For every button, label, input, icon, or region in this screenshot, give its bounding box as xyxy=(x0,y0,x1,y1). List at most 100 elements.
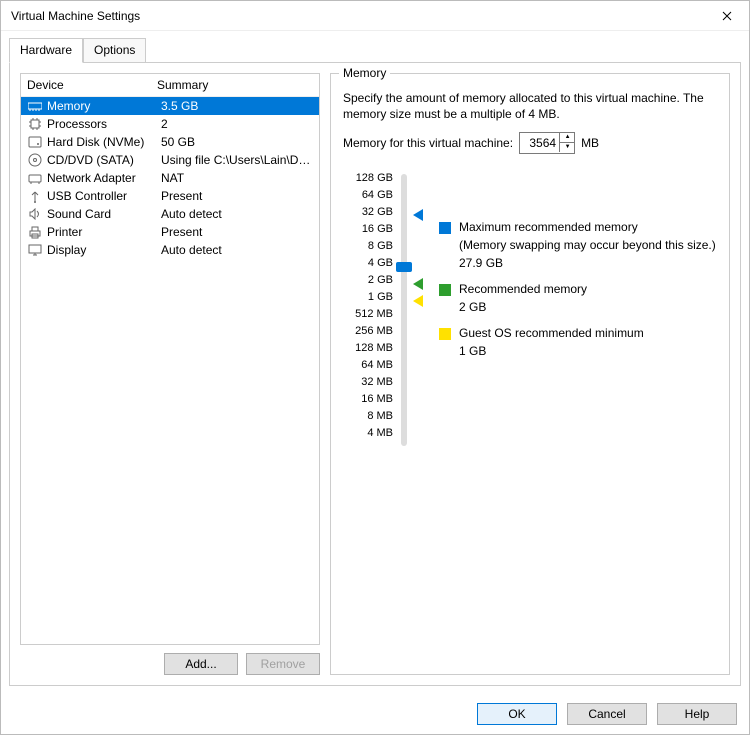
device-summary: Present xyxy=(161,189,313,203)
device-pane: Device Summary Memory 3.5 GB Processors … xyxy=(20,73,320,675)
legend-max-label: Maximum recommended memory xyxy=(459,220,638,234)
legend-max-value: 27.9 GB xyxy=(459,256,717,270)
device-name: Memory xyxy=(47,99,157,113)
tick-label: 2 GB xyxy=(343,272,399,289)
legend-min-label: Guest OS recommended minimum xyxy=(459,326,644,340)
tab-hardware[interactable]: Hardware xyxy=(9,38,83,63)
tick-label: 512 MB xyxy=(343,306,399,323)
group-label: Memory xyxy=(339,66,390,80)
remove-button[interactable]: Remove xyxy=(246,653,320,675)
tick-label: 128 MB xyxy=(343,340,399,357)
sound-icon xyxy=(27,206,43,222)
device-summary: Auto detect xyxy=(161,243,313,257)
device-row-processors[interactable]: Processors 2 xyxy=(21,115,319,133)
memory-unit: MB xyxy=(581,136,599,150)
swatch-rec-icon xyxy=(439,284,451,296)
tick-label: 32 MB xyxy=(343,374,399,391)
device-summary: Present xyxy=(161,225,313,239)
window-title: Virtual Machine Settings xyxy=(11,9,140,23)
disk-icon xyxy=(27,134,43,150)
device-row-memory[interactable]: Memory 3.5 GB xyxy=(21,97,319,115)
device-row-harddisk[interactable]: Hard Disk (NVMe) 50 GB xyxy=(21,133,319,151)
tick-label: 64 GB xyxy=(343,187,399,204)
device-row-sound[interactable]: Sound Card Auto detect xyxy=(21,205,319,223)
memory-ticks: 128 GB 64 GB 32 GB 16 GB 8 GB 4 GB 2 GB … xyxy=(343,170,399,450)
tick-label: 32 GB xyxy=(343,204,399,221)
tick-label: 1 GB xyxy=(343,289,399,306)
legend-min-value: 1 GB xyxy=(459,344,717,358)
device-name: Display xyxy=(47,243,157,257)
device-buttons: Add... Remove xyxy=(20,645,320,675)
device-row-printer[interactable]: Printer Present xyxy=(21,223,319,241)
tick-label: 128 GB xyxy=(343,170,399,187)
device-summary: NAT xyxy=(161,171,313,185)
memory-description: Specify the amount of memory allocated t… xyxy=(343,90,717,122)
cancel-button[interactable]: Cancel xyxy=(567,703,647,725)
close-icon xyxy=(722,11,732,21)
device-name: Network Adapter xyxy=(47,171,157,185)
add-button[interactable]: Add... xyxy=(164,653,238,675)
tick-label: 64 MB xyxy=(343,357,399,374)
memory-spinner[interactable]: ▲ ▼ xyxy=(559,132,575,152)
device-summary: 3.5 GB xyxy=(161,99,313,113)
memory-slider-thumb[interactable] xyxy=(396,262,412,272)
memory-slider-area: 128 GB 64 GB 32 GB 16 GB 8 GB 4 GB 2 GB … xyxy=(343,170,717,450)
device-list-header: Device Summary xyxy=(21,74,319,97)
legend-max-note: (Memory swapping may occur beyond this s… xyxy=(459,238,717,252)
titlebar: Virtual Machine Settings xyxy=(1,1,749,31)
device-list[interactable]: Device Summary Memory 3.5 GB Processors … xyxy=(20,73,320,645)
cd-icon xyxy=(27,152,43,168)
tick-label: 8 MB xyxy=(343,408,399,425)
network-icon xyxy=(27,170,43,186)
tab-strip: Hardware Options xyxy=(1,31,749,62)
swatch-max-icon xyxy=(439,222,451,234)
tick-label: 256 MB xyxy=(343,323,399,340)
memory-input-row: Memory for this virtual machine: ▲ ▼ MB xyxy=(343,132,717,154)
device-name: Hard Disk (NVMe) xyxy=(47,135,157,149)
swatch-min-icon xyxy=(439,328,451,340)
spin-down-icon[interactable]: ▼ xyxy=(560,143,575,153)
close-button[interactable] xyxy=(704,1,749,31)
dialog-footer: OK Cancel Help xyxy=(1,694,749,734)
marker-recommended-icon xyxy=(413,278,423,290)
device-name: Sound Card xyxy=(47,207,157,221)
tick-label: 4 GB xyxy=(343,255,399,272)
header-summary: Summary xyxy=(157,78,208,92)
tick-label: 8 GB xyxy=(343,238,399,255)
tab-options[interactable]: Options xyxy=(83,38,146,63)
device-row-display[interactable]: Display Auto detect xyxy=(21,241,319,259)
device-summary: 50 GB xyxy=(161,135,313,149)
usb-icon xyxy=(27,188,43,204)
printer-icon xyxy=(27,224,43,240)
memory-field-label: Memory for this virtual machine: xyxy=(343,136,513,150)
device-name: USB Controller xyxy=(47,189,157,203)
device-name: Printer xyxy=(47,225,157,239)
settings-window: Virtual Machine Settings Hardware Option… xyxy=(0,0,750,735)
header-device: Device xyxy=(27,78,157,92)
spin-up-icon[interactable]: ▲ xyxy=(560,132,575,143)
device-row-network[interactable]: Network Adapter NAT xyxy=(21,169,319,187)
tick-label: 16 MB xyxy=(343,391,399,408)
memory-slider-track[interactable] xyxy=(401,174,407,446)
marker-minimum-icon xyxy=(413,295,423,307)
help-button[interactable]: Help xyxy=(657,703,737,725)
device-summary: Using file C:\Users\Lain\Desk... xyxy=(161,153,313,167)
device-row-usb[interactable]: USB Controller Present xyxy=(21,187,319,205)
tab-body: Device Summary Memory 3.5 GB Processors … xyxy=(9,62,741,686)
tick-label: 4 MB xyxy=(343,425,399,442)
device-row-cddvd[interactable]: CD/DVD (SATA) Using file C:\Users\Lain\D… xyxy=(21,151,319,169)
memory-icon xyxy=(27,98,43,114)
ok-button[interactable]: OK xyxy=(477,703,557,725)
legend-rec-value: 2 GB xyxy=(459,300,717,314)
device-summary: 2 xyxy=(161,117,313,131)
marker-max-icon xyxy=(413,209,423,221)
display-icon xyxy=(27,242,43,258)
legend-rec-label: Recommended memory xyxy=(459,282,587,296)
cpu-icon xyxy=(27,116,43,132)
memory-group: Memory Specify the amount of memory allo… xyxy=(330,73,730,675)
device-summary: Auto detect xyxy=(161,207,313,221)
device-name: CD/DVD (SATA) xyxy=(47,153,157,167)
tick-label: 16 GB xyxy=(343,221,399,238)
memory-legend: Maximum recommended memory (Memory swapp… xyxy=(415,170,717,450)
device-name: Processors xyxy=(47,117,157,131)
